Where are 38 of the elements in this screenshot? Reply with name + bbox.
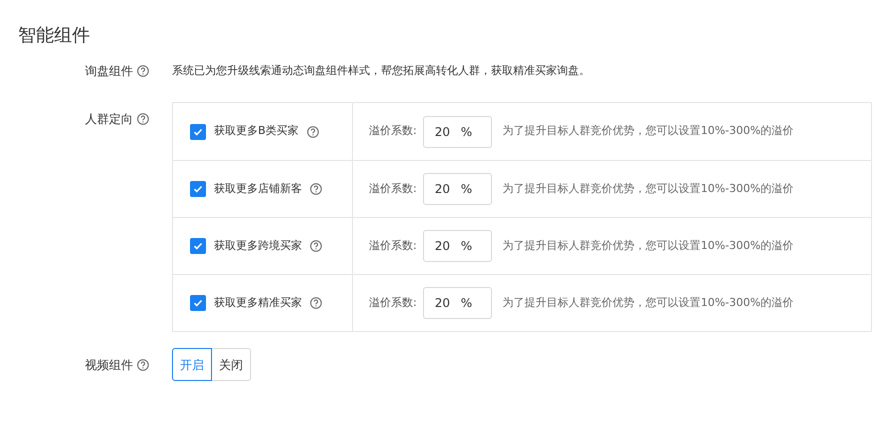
hint-text: 为了提升目标人群竞价优势，您可以设置10%-300%的溢价 — [502, 123, 794, 140]
hint-text: 为了提升目标人群竞价优势，您可以设置10%-300%的溢价 — [502, 238, 794, 254]
description-text: 系统已为您升级线索通动态询盘组件样式，帮您拓展高转化人群，获取精准买家询盘。 — [172, 62, 590, 79]
field-label: 视频组件 — [85, 356, 133, 374]
coefficient-label: 溢价系数: — [369, 180, 417, 197]
hint-text: 为了提升目标人群竞价优势，您可以设置10%-300%的溢价 — [502, 294, 794, 311]
help-icon[interactable] — [137, 358, 149, 370]
checkmark-icon — [193, 298, 203, 308]
help-icon[interactable] — [310, 183, 322, 195]
checkmark-icon — [193, 241, 203, 251]
help-icon[interactable] — [137, 65, 149, 77]
coefficient-input[interactable]: 20 % — [422, 173, 492, 205]
option-label: 获取更多精准买家 — [214, 294, 302, 311]
option-label: 获取更多跨境买家 — [214, 238, 302, 254]
field-label: 人群定向 — [85, 111, 133, 128]
coefficient-label: 溢价系数: — [369, 238, 417, 254]
coefficient-input[interactable]: 20 % — [422, 230, 492, 262]
help-icon[interactable] — [310, 240, 322, 252]
checkmark-icon — [193, 184, 203, 194]
section-title: 智能组件 — [18, 24, 91, 48]
coefficient-input[interactable]: 20 % — [422, 116, 492, 148]
toggle-option[interactable]: 开启 — [172, 348, 212, 381]
checkbox[interactable] — [190, 181, 206, 197]
checkbox[interactable] — [190, 124, 206, 140]
field-label: 询盘组件 — [85, 63, 133, 80]
checkmark-icon — [193, 126, 203, 136]
help-icon[interactable] — [137, 113, 149, 125]
coefficient-input[interactable]: 20 % — [422, 287, 492, 319]
checkbox[interactable] — [190, 238, 206, 254]
coefficient-label: 溢价系数: — [369, 294, 417, 311]
checkbox[interactable] — [190, 295, 206, 311]
help-icon[interactable] — [306, 126, 319, 138]
help-icon[interactable] — [310, 297, 322, 309]
option-label: 获取更多B类买家 — [214, 123, 299, 140]
hint-text: 为了提升目标人群竞价优势，您可以设置10%-300%的溢价 — [502, 180, 794, 197]
coefficient-label: 溢价系数: — [369, 123, 417, 140]
option-label: 获取更多店铺新客 — [214, 180, 302, 197]
toggle-option[interactable]: 关闭 — [211, 348, 251, 381]
